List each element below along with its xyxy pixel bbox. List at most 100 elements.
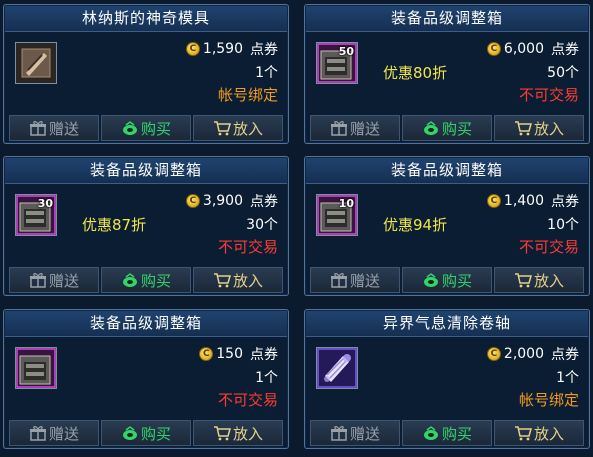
- gift-button[interactable]: 赠送: [9, 267, 99, 293]
- gift-button[interactable]: 赠送: [310, 115, 400, 141]
- quantity-badge: 50: [338, 45, 354, 58]
- gift-label: 赠送: [349, 119, 380, 138]
- trade-status: 不可交易: [217, 238, 278, 256]
- item-slot[interactable]: 30: [15, 194, 57, 236]
- buy-button[interactable]: 购买: [402, 420, 492, 446]
- put-label: 放入: [533, 119, 564, 138]
- gift-icon: [330, 425, 348, 441]
- gift-icon: [29, 272, 47, 288]
- buy-label: 购买: [140, 424, 171, 443]
- coupon-coin-icon: C: [199, 347, 214, 361]
- put-in-cart-button[interactable]: 放入: [494, 267, 584, 293]
- gift-label: 赠送: [349, 424, 380, 443]
- price: C 1,400 点券: [486, 192, 579, 210]
- gift-button[interactable]: 赠送: [310, 267, 400, 293]
- coupon-coin-icon: C: [486, 42, 501, 56]
- buy-button[interactable]: 购买: [402, 267, 492, 293]
- item-title: 装备品级调整箱: [5, 311, 287, 337]
- price-unit: 点券: [551, 42, 579, 58]
- shop-item-card: 林纳斯的神奇模具 C 1,590 点券 1个 帐号绑定 赠送 购买 放入: [3, 4, 289, 144]
- coupon-coin-icon: C: [486, 347, 501, 361]
- put-in-cart-button[interactable]: 放入: [494, 115, 584, 141]
- coupon-coin-icon: C: [185, 42, 200, 56]
- action-buttons: 赠送 购买 放入: [310, 420, 584, 446]
- item-title: 装备品级调整箱: [306, 6, 588, 32]
- item-count: 1个: [255, 370, 278, 386]
- buy-label: 购买: [441, 271, 472, 290]
- item-slot[interactable]: 50: [316, 42, 358, 84]
- coin-bag-icon: [422, 425, 440, 441]
- quantity-badge: 10: [338, 197, 354, 210]
- item-title: 装备品级调整箱: [5, 158, 287, 184]
- price-unit: 点券: [551, 194, 579, 210]
- item-count: 1个: [556, 370, 579, 386]
- cart-icon: [213, 425, 231, 441]
- gift-icon: [330, 120, 348, 136]
- trade-status: 不可交易: [217, 391, 278, 409]
- price-value: 1,590: [202, 41, 243, 57]
- price-value: 150: [216, 346, 243, 362]
- item-title: 装备品级调整箱: [306, 158, 588, 184]
- put-label: 放入: [232, 271, 263, 290]
- cart-icon: [213, 272, 231, 288]
- gift-button[interactable]: 赠送: [310, 420, 400, 446]
- action-buttons: 赠送 购买 放入: [9, 267, 283, 293]
- gift-label: 赠送: [48, 424, 79, 443]
- item-slot[interactable]: [15, 347, 57, 389]
- coin-bag-icon: [121, 272, 139, 288]
- buy-button[interactable]: 购买: [101, 115, 191, 141]
- price: C 150 点券: [199, 345, 278, 363]
- buy-label: 购买: [140, 271, 171, 290]
- shop-item-card: 异界气息清除卷轴 C 2,000 点券 1个 帐号绑定 赠送 购买 放入: [304, 309, 590, 449]
- shop-item-card: 装备品级调整箱 50 C 6,000 点券 优惠80折 50个 不可交易 赠送 …: [304, 4, 590, 144]
- buy-button[interactable]: 购买: [101, 420, 191, 446]
- trade-status: 帐号绑定: [518, 391, 579, 409]
- coupon-coin-icon: C: [486, 194, 501, 208]
- item-title: 异界气息清除卷轴: [306, 311, 588, 337]
- discount-label: 优惠94折: [383, 216, 448, 234]
- buy-label: 购买: [441, 119, 472, 138]
- coin-bag-icon: [422, 120, 440, 136]
- action-buttons: 赠送 购买 放入: [310, 267, 584, 293]
- trade-status: 帐号绑定: [217, 86, 278, 104]
- put-in-cart-button[interactable]: 放入: [193, 420, 283, 446]
- gift-icon: [29, 120, 47, 136]
- shop-item-card: 装备品级调整箱 10 C 1,400 点券 优惠94折 10个 不可交易 赠送 …: [304, 156, 590, 296]
- gift-label: 赠送: [48, 119, 79, 138]
- action-buttons: 赠送 购买 放入: [310, 115, 584, 141]
- discount-label: 优惠80折: [383, 64, 448, 82]
- item-count: 30个: [246, 217, 278, 233]
- item-slot[interactable]: 10: [316, 194, 358, 236]
- item-count: 1个: [255, 65, 278, 81]
- trade-status: 不可交易: [518, 86, 579, 104]
- price-unit: 点券: [551, 347, 579, 363]
- coupon-coin-icon: C: [185, 194, 200, 208]
- item-count: 50个: [547, 65, 579, 81]
- discount-label: 优惠87折: [82, 216, 147, 234]
- gift-button[interactable]: 赠送: [9, 115, 99, 141]
- gift-label: 赠送: [349, 271, 380, 290]
- price-unit: 点券: [250, 194, 278, 210]
- gift-button[interactable]: 赠送: [9, 420, 99, 446]
- buy-button[interactable]: 购买: [101, 267, 191, 293]
- put-in-cart-button[interactable]: 放入: [193, 267, 283, 293]
- put-label: 放入: [232, 119, 263, 138]
- shop-item-card: 装备品级调整箱 30 C 3,900 点券 优惠87折 30个 不可交易 赠送 …: [3, 156, 289, 296]
- gift-icon: [29, 425, 47, 441]
- shop-item-card: 装备品级调整箱 C 150 点券 1个 不可交易 赠送 购买 放入: [3, 309, 289, 449]
- price: C 1,590 点券: [185, 40, 278, 58]
- action-buttons: 赠送 购买 放入: [9, 115, 283, 141]
- coin-bag-icon: [121, 425, 139, 441]
- put-in-cart-button[interactable]: 放入: [494, 420, 584, 446]
- price-value: 1,400: [503, 193, 544, 209]
- buy-button[interactable]: 购买: [402, 115, 492, 141]
- cart-icon: [514, 425, 532, 441]
- put-label: 放入: [533, 271, 564, 290]
- price-value: 3,900: [202, 193, 243, 209]
- put-in-cart-button[interactable]: 放入: [193, 115, 283, 141]
- coin-bag-icon: [121, 120, 139, 136]
- item-slot[interactable]: [316, 347, 358, 389]
- buy-label: 购买: [140, 119, 171, 138]
- gift-label: 赠送: [48, 271, 79, 290]
- item-slot[interactable]: [15, 42, 57, 84]
